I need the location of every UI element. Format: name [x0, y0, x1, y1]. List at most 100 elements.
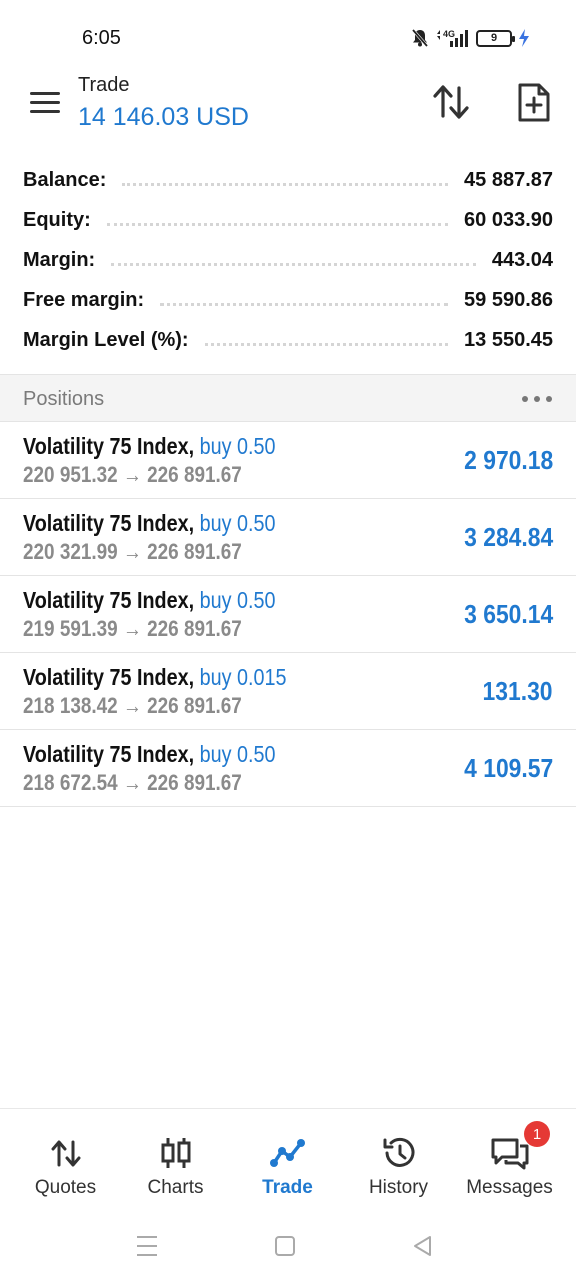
- new-order-icon: [518, 83, 550, 122]
- back-icon: [414, 1236, 431, 1256]
- position-profit: 131.30: [483, 676, 553, 706]
- menu-icon-bar: [30, 101, 60, 104]
- messages-badge: 1: [524, 1121, 550, 1147]
- position-profit: 3 284.84: [463, 522, 553, 552]
- position-title: Volatility 75 Index, buy 0.50: [23, 510, 276, 537]
- position-type: buy 0.50: [199, 587, 276, 613]
- position-type: buy 0.50: [199, 433, 276, 459]
- position-profit: 2 970.18: [463, 445, 553, 475]
- position-symbol: Volatility 75 Index,: [23, 741, 195, 767]
- more-options-button[interactable]: [522, 389, 552, 409]
- recents-icon: [137, 1236, 157, 1256]
- position-title: Volatility 75 Index, buy 0.50: [23, 741, 276, 768]
- home-icon: [275, 1236, 295, 1256]
- signal-icon: 4G: [437, 29, 468, 47]
- summary-row-equity: Equity: 60 033.90: [0, 200, 576, 240]
- position-symbol: Volatility 75 Index,: [23, 664, 195, 690]
- dotted-leader: [106, 222, 449, 226]
- position-type: buy 0.015: [199, 664, 287, 690]
- dotted-leader: [204, 342, 449, 346]
- summary-value: 13 550.45: [464, 328, 553, 351]
- more-dot: [534, 396, 540, 402]
- position-prices: 218 672.54 → 226 891.67: [23, 770, 242, 795]
- system-home-button[interactable]: [270, 1232, 300, 1260]
- position-type: buy 0.50: [199, 741, 276, 767]
- dotted-leader: [160, 302, 449, 306]
- summary-label: Margin Level (%):: [23, 328, 189, 351]
- nav-trade[interactable]: Trade: [230, 1109, 345, 1213]
- summary-row-free-margin: Free margin: 59 590.86: [0, 280, 576, 320]
- position-title: Volatility 75 Index, buy 0.50: [23, 433, 276, 460]
- nav-messages[interactable]: 1 Messages: [452, 1109, 567, 1213]
- quotes-icon: [51, 1140, 80, 1167]
- battery-indicator: 9: [476, 29, 515, 47]
- status-time: 6:05: [82, 27, 121, 49]
- summary-label: Margin:: [23, 248, 96, 271]
- nav-label: Trade: [262, 1177, 313, 1198]
- new-order-button[interactable]: [514, 82, 554, 124]
- status-bar: 6:05 4G 9: [0, 0, 576, 72]
- system-recents-button[interactable]: [132, 1232, 162, 1260]
- summary-value: 59 590.86: [464, 288, 553, 311]
- dotted-leader: [111, 262, 476, 266]
- menu-button[interactable]: [28, 90, 62, 116]
- summary-label: Free margin:: [23, 288, 145, 311]
- summary-label: Balance:: [23, 168, 107, 191]
- more-dots-icon: [522, 396, 528, 402]
- page-title: Trade: [78, 74, 130, 96]
- summary-label: Equity:: [23, 208, 91, 231]
- trade-icon: [269, 1139, 305, 1167]
- position-prices: 219 591.39 → 226 891.67: [23, 616, 242, 641]
- summary-value: 60 033.90: [464, 208, 553, 231]
- position-type: buy 0.50: [199, 510, 276, 536]
- header-balance: 14 146.03 USD: [78, 103, 249, 131]
- position-symbol: Volatility 75 Index,: [23, 433, 195, 459]
- nav-label: Charts: [147, 1177, 204, 1198]
- position-prices: 220 321.99 → 226 891.67: [23, 539, 242, 564]
- nav-charts[interactable]: Charts: [118, 1109, 233, 1213]
- sort-button[interactable]: [430, 82, 472, 122]
- positions-section-header: Positions: [0, 374, 576, 422]
- position-symbol: Volatility 75 Index,: [23, 587, 195, 613]
- svg-text:4G: 4G: [443, 29, 455, 39]
- bottom-navigation: Quotes Charts Trade History 1 Messages: [0, 1108, 576, 1212]
- system-navigation-bar: [0, 1212, 576, 1280]
- position-title: Volatility 75 Index, buy 0.015: [23, 664, 287, 691]
- nav-history[interactable]: History: [341, 1109, 456, 1213]
- nav-label: Quotes: [34, 1177, 97, 1198]
- summary-row-margin: Margin: 443.04: [0, 240, 576, 280]
- position-prices: 218 138.42 → 226 891.67: [23, 693, 242, 718]
- positions-list: Volatility 75 Index, buy 0.50 220 951.32…: [0, 422, 576, 807]
- app-header: Trade 14 146.03 USD: [0, 72, 576, 156]
- charts-icon: [161, 1138, 190, 1168]
- status-icons: 4G 9: [410, 28, 530, 48]
- dotted-leader: [122, 182, 449, 186]
- position-row[interactable]: Volatility 75 Index, buy 0.50 220 321.99…: [0, 499, 576, 576]
- summary-row-balance: Balance: 45 887.87: [0, 160, 576, 200]
- menu-icon: [30, 92, 60, 95]
- position-symbol: Volatility 75 Index,: [23, 510, 195, 536]
- position-title: Volatility 75 Index, buy 0.50: [23, 587, 276, 614]
- mute-notifications-icon: [411, 29, 429, 47]
- nav-label: History: [368, 1177, 429, 1198]
- position-row[interactable]: Volatility 75 Index, buy 0.50 218 672.54…: [0, 730, 576, 807]
- summary-value: 45 887.87: [464, 168, 553, 191]
- charging-icon: [519, 29, 529, 47]
- position-prices: 220 951.32 → 226 891.67: [23, 462, 242, 487]
- menu-icon-bar: [30, 110, 60, 113]
- sort-icon: [433, 85, 469, 119]
- nav-label: Messages: [466, 1177, 553, 1198]
- position-row[interactable]: Volatility 75 Index, buy 0.015 218 138.4…: [0, 653, 576, 730]
- system-back-button[interactable]: [408, 1232, 438, 1260]
- summary-value: 443.04: [491, 248, 553, 271]
- more-dot: [546, 396, 552, 402]
- position-profit: 4 109.57: [463, 753, 553, 783]
- battery-level: 9: [490, 32, 498, 44]
- positions-title: Positions: [23, 388, 105, 410]
- position-row[interactable]: Volatility 75 Index, buy 0.50 220 951.32…: [0, 422, 576, 499]
- messages-icon: [491, 1138, 528, 1170]
- position-row[interactable]: Volatility 75 Index, buy 0.50 219 591.39…: [0, 576, 576, 653]
- account-summary: Balance: 45 887.87 Equity: 60 033.90 Mar…: [0, 160, 576, 360]
- nav-quotes[interactable]: Quotes: [8, 1109, 123, 1213]
- history-icon: [383, 1137, 414, 1167]
